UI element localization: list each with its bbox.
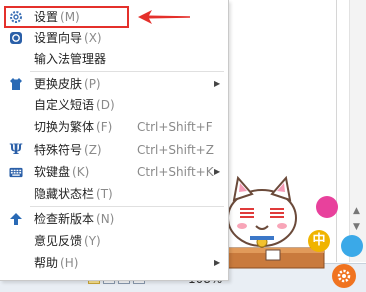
context-menu: 设置 (M) 设置向导 (X) 输入法管理器 更换皮肤 (P) ▶ 自定义短语 (D) … — [0, 0, 229, 281]
settings-gear-icon[interactable] — [332, 264, 356, 288]
menu-item-soft-keyboard[interactable]: 软键盘 (K) Ctrl+Shift+K ▶ — [0, 162, 228, 182]
menu-item-shortcut: Ctrl+Shift+K — [137, 165, 214, 179]
keyboard-icon — [9, 165, 23, 179]
annotation-arrow-icon — [138, 10, 190, 24]
menu-item-label: 切换为繁体 — [34, 120, 95, 134]
menu-item-shortcut: Ctrl+Shift+F — [137, 120, 213, 134]
wizard-icon — [9, 31, 23, 45]
menu-item-hotkey: (X) — [84, 31, 102, 45]
menu-item-ime-manager[interactable]: 输入法管理器 — [0, 49, 228, 69]
menu-separator — [30, 71, 224, 72]
menu-item-label: 检查新版本 — [34, 212, 95, 226]
moon-bubble-icon[interactable] — [316, 196, 338, 218]
menu-item-hotkey: (F) — [96, 120, 113, 134]
menu-item-label: 隐藏状态栏 — [34, 187, 95, 201]
submenu-arrow-icon: ▶ — [214, 79, 221, 88]
menu-item-label: 更换皮肤 — [34, 77, 83, 91]
menu-separator — [30, 206, 224, 207]
menu-item-hotkey: (T) — [96, 187, 113, 201]
menu-item-hotkey: (K) — [72, 165, 90, 179]
psi-icon: Ψ — [9, 142, 23, 158]
punctuation-bubble-icon[interactable] — [341, 235, 363, 257]
menu-item-traditional[interactable]: 切换为繁体 (F) Ctrl+Shift+F — [0, 117, 228, 137]
menu-item-feedback[interactable]: 意见反馈 (Y) — [0, 231, 228, 251]
menu-item-label: 设置向导 — [34, 31, 83, 45]
scroll-down-arrow-icon[interactable]: ▼ — [353, 222, 360, 232]
menu-item-hotkey: (Z) — [84, 143, 102, 157]
up-arrow-icon — [9, 212, 23, 226]
menu-item-hotkey: (P) — [84, 77, 101, 91]
menu-item-hide-statusbar[interactable]: 隐藏状态栏 (T) — [0, 184, 228, 204]
menu-item-label: 输入法管理器 — [34, 52, 107, 66]
submenu-arrow-icon: ▶ — [214, 258, 221, 267]
menu-item-help[interactable]: 帮助 (H) ▶ — [0, 253, 228, 273]
menu-item-check-update[interactable]: 检查新版本 (N) — [0, 209, 228, 229]
menu-item-hotkey: (D) — [96, 98, 115, 112]
mascot-cat-icon — [223, 175, 325, 269]
page-edge — [336, 0, 337, 262]
menu-item-label: 意见反馈 — [34, 234, 83, 248]
menu-item-hotkey: (H) — [60, 256, 79, 270]
menu-item-label: 特殊符号 — [34, 143, 83, 157]
shirt-icon — [9, 77, 23, 91]
menu-item-custom-phrases[interactable]: 自定义短语 (D) — [0, 95, 228, 115]
input-mode-badge[interactable]: 中 — [308, 230, 330, 252]
menu-item-label: 帮助 — [34, 256, 59, 270]
menu-item-label: 自定义短语 — [34, 98, 95, 112]
menu-item-shortcut: Ctrl+Shift+Z — [137, 143, 214, 157]
menu-item-special-symbols[interactable]: Ψ 特殊符号 (Z) Ctrl+Shift+Z — [0, 140, 228, 160]
annotation-highlight-box — [4, 6, 129, 28]
menu-item-setup-wizard[interactable]: 设置向导 (X) — [0, 28, 228, 48]
scroll-up-arrow-icon[interactable]: ▲ — [353, 206, 360, 216]
menu-item-hotkey: (Y) — [84, 234, 101, 248]
menu-item-label: 软键盘 — [34, 165, 71, 179]
menu-item-change-skin[interactable]: 更换皮肤 (P) ▶ — [0, 74, 228, 94]
submenu-arrow-icon: ▶ — [214, 167, 221, 176]
menu-item-hotkey: (N) — [96, 212, 115, 226]
